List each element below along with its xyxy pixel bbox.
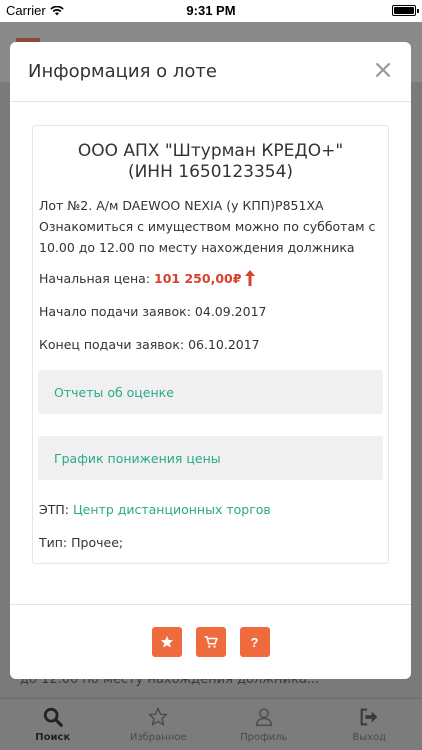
- lot-info-modal: Информация о лоте × ООО АПХ "Штурман КРЕ…: [10, 42, 411, 679]
- modal-header: Информация о лоте ×: [10, 42, 411, 102]
- type-value: Прочее;: [71, 535, 124, 550]
- tab-logout-label: Выход: [352, 732, 387, 743]
- start-date-label: Начало подачи заявок:: [39, 304, 191, 319]
- start-price-label: Начальная цена:: [39, 270, 151, 286]
- price-up-arrow-icon: [245, 270, 256, 286]
- end-date-label: Конец подачи заявок:: [39, 337, 185, 352]
- type-row: Тип: Прочее;: [39, 535, 382, 550]
- exit-icon: [360, 708, 378, 726]
- battery-icon: [392, 5, 419, 16]
- modal-title: Информация о лоте: [28, 61, 217, 82]
- tab-search-label: Поиск: [35, 732, 71, 743]
- etp-label: ЭТП:: [39, 502, 69, 517]
- modal-footer: ?: [10, 604, 411, 679]
- status-time: 9:31 PM: [186, 3, 236, 18]
- type-label: Тип:: [39, 535, 68, 550]
- valuation-reports-panel[interactable]: Отчеты об оценке: [38, 370, 383, 414]
- end-date-value: 06.10.2017: [188, 337, 260, 352]
- question-icon: ?: [250, 634, 259, 650]
- status-bar: Carrier 9:31 PM: [0, 0, 422, 22]
- tab-search[interactable]: Поиск: [0, 699, 106, 750]
- tab-logout[interactable]: Выход: [317, 699, 422, 750]
- tab-bar: Поиск Избранное Профиль Выход: [0, 698, 422, 750]
- start-date-row: Начало подачи заявок: 04.09.2017: [39, 304, 382, 319]
- end-date-row: Конец подачи заявок: 06.10.2017: [39, 337, 382, 352]
- lot-card: ООО АПХ "Штурман КРЕДО+" (ИНН 1650123354…: [32, 125, 389, 564]
- favorite-button[interactable]: [151, 627, 182, 657]
- help-button[interactable]: ?: [239, 627, 270, 657]
- lot-title-inn: (ИНН 1650123354): [127, 162, 294, 182]
- lot-description: Лот №2. А/м DAEWOO NEXIA (у КПП)Р851ХА О…: [39, 198, 376, 255]
- cart-button[interactable]: [195, 627, 226, 657]
- user-icon: [255, 708, 272, 726]
- tab-profile-label: Профиль: [240, 732, 288, 743]
- tab-profile[interactable]: Профиль: [211, 699, 317, 750]
- start-price-row: Начальная цена: 101 250,00₽: [39, 270, 382, 286]
- tab-favorites[interactable]: Избранное: [106, 699, 212, 750]
- star-icon: [160, 635, 173, 648]
- star-icon: [148, 707, 168, 726]
- start-date-value: 04.09.2017: [194, 304, 267, 319]
- etp-row: ЭТП: Центр дистанционных торгов: [39, 502, 382, 517]
- lot-title-company: ООО АПХ "Штурман КРЕДО+": [77, 141, 344, 161]
- lot-title: ООО АПХ "Штурман КРЕДО+" (ИНН 1650123354…: [33, 141, 388, 183]
- cart-icon: [204, 635, 218, 648]
- etp-link[interactable]: Центр дистанционных торгов: [73, 502, 271, 517]
- start-price-value: 101 250,00₽: [154, 270, 242, 286]
- search-icon: [43, 707, 63, 727]
- tab-favorites-label: Избранное: [129, 732, 187, 743]
- price-schedule-panel[interactable]: График понижения цены: [38, 436, 383, 480]
- close-icon[interactable]: ×: [371, 57, 395, 83]
